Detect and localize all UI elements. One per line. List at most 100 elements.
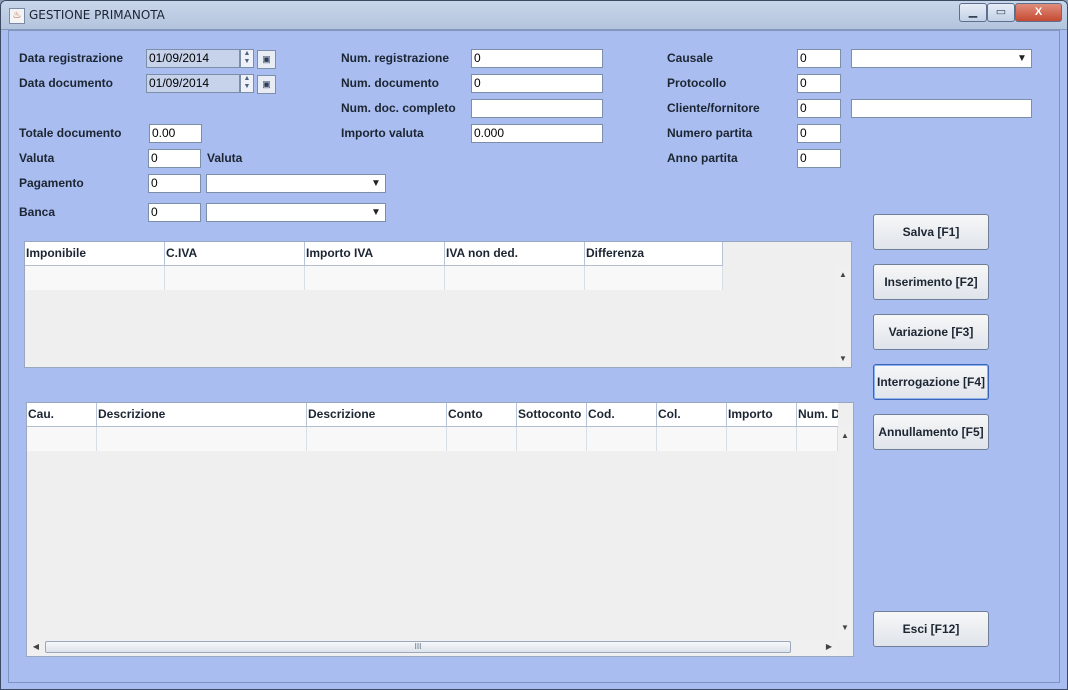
- cliente-fornitore-label: Cliente/fornitore: [667, 101, 760, 115]
- banca-select[interactable]: ▼: [206, 203, 386, 222]
- cliente-fornitore-field[interactable]: 0: [797, 99, 841, 118]
- iva-table-header: Imponibile C.IVA Importo IVA IVA non ded…: [25, 242, 723, 266]
- close-button[interactable]: X: [1015, 3, 1062, 22]
- num-registrazione-field[interactable]: 0: [471, 49, 603, 68]
- table-cell[interactable]: [727, 427, 797, 451]
- spin-up-icon: ▲: [243, 50, 251, 57]
- chevron-down-icon[interactable]: ▼: [1013, 50, 1031, 67]
- data-documento-label: Data documento: [19, 76, 114, 90]
- num-documento-label: Num. documento: [341, 76, 439, 90]
- inserimento-button[interactable]: Inserimento [F2]: [873, 264, 989, 300]
- table-cell[interactable]: [447, 427, 517, 451]
- table-cell[interactable]: [25, 266, 165, 290]
- table-row[interactable]: [27, 427, 838, 451]
- pagamento-select[interactable]: ▼: [206, 174, 386, 193]
- column-header-descrizione-2[interactable]: Descrizione: [307, 403, 447, 426]
- banca-field[interactable]: 0: [148, 203, 201, 222]
- table-cell[interactable]: [305, 266, 445, 290]
- numero-partita-field[interactable]: 0: [797, 124, 841, 143]
- variazione-button[interactable]: Variazione [F3]: [873, 314, 989, 350]
- form-panel: Data registrazione 01/09/2014 ▲ ▼ ▣ Data …: [8, 30, 1060, 683]
- column-header-imponibile[interactable]: Imponibile: [25, 242, 165, 265]
- cliente-fornitore-description[interactable]: [851, 99, 1032, 118]
- horizontal-scroll-thumb[interactable]: III: [45, 641, 791, 653]
- totale-documento-field[interactable]: 0.00: [149, 124, 202, 143]
- data-registrazione-label: Data registrazione: [19, 51, 124, 65]
- data-documento-field[interactable]: 01/09/2014: [146, 74, 240, 93]
- calendar-icon[interactable]: ▣: [257, 50, 276, 69]
- table-cell[interactable]: [27, 427, 97, 451]
- spin-up-icon: ▲: [243, 75, 251, 82]
- minimize-button[interactable]: ▁: [959, 3, 987, 22]
- detail-table-hscrollbar[interactable]: ◀ III ▶: [27, 640, 838, 655]
- spin-down-icon: ▼: [243, 58, 251, 65]
- iva-table[interactable]: Imponibile C.IVA Importo IVA IVA non ded…: [24, 241, 852, 368]
- spin-down-icon: ▼: [243, 83, 251, 90]
- title-bar[interactable]: ♨ GESTIONE PRIMANOTA ▁ ▭ X: [1, 1, 1067, 30]
- banca-label: Banca: [19, 205, 56, 219]
- table-cell[interactable]: [587, 427, 657, 451]
- chevron-down-icon[interactable]: ▼: [367, 204, 385, 221]
- num-documento-field[interactable]: 0: [471, 74, 603, 93]
- data-registrazione-field[interactable]: 01/09/2014: [146, 49, 240, 68]
- table-row[interactable]: [25, 266, 723, 290]
- column-header-sottoconto[interactable]: Sottoconto: [517, 403, 587, 426]
- column-header-num-d[interactable]: Num. D: [797, 403, 838, 426]
- app-window: ♨ GESTIONE PRIMANOTA ▁ ▭ X Data registra…: [0, 0, 1068, 690]
- data-documento-spinner[interactable]: ▲ ▼: [240, 74, 254, 93]
- table-cell[interactable]: [517, 427, 587, 451]
- column-header-cau[interactable]: Cau.: [27, 403, 97, 426]
- chevron-down-icon[interactable]: ▼: [367, 175, 385, 192]
- column-header-importo-iva[interactable]: Importo IVA: [305, 242, 445, 265]
- valuta-label: Valuta: [19, 151, 55, 165]
- column-header-cod[interactable]: Cod.: [587, 403, 657, 426]
- column-header-iva-non-ded[interactable]: IVA non ded.: [445, 242, 585, 265]
- importo-valuta-field[interactable]: 0.000: [471, 124, 603, 143]
- data-registrazione-spinner[interactable]: ▲ ▼: [240, 49, 254, 68]
- table-cell[interactable]: [797, 427, 838, 451]
- esci-button[interactable]: Esci [F12]: [873, 611, 989, 647]
- table-cell[interactable]: [307, 427, 447, 451]
- causale-label: Causale: [667, 51, 714, 65]
- scroll-right-icon[interactable]: ▶: [822, 642, 836, 651]
- protocollo-field[interactable]: 0: [797, 74, 841, 93]
- column-header-col[interactable]: Col.: [657, 403, 727, 426]
- calendar-icon[interactable]: ▣: [257, 75, 276, 94]
- scroll-up-icon[interactable]: ▲: [836, 270, 850, 279]
- maximize-button[interactable]: ▭: [987, 3, 1015, 22]
- iva-table-scrollbar[interactable]: ▲ ▼: [836, 266, 850, 366]
- annullamento-button[interactable]: Annullamento [F5]: [873, 414, 989, 450]
- scroll-down-icon[interactable]: ▼: [836, 354, 850, 363]
- detail-table[interactable]: Cau. Descrizione Descrizione Conto Sotto…: [26, 402, 854, 657]
- scroll-down-icon[interactable]: ▼: [838, 623, 852, 632]
- interrogazione-button[interactable]: Interrogazione [F4]: [873, 364, 989, 400]
- scroll-left-icon[interactable]: ◀: [29, 642, 43, 651]
- column-header-civa[interactable]: C.IVA: [165, 242, 305, 265]
- protocollo-label: Protocollo: [667, 76, 727, 90]
- scroll-up-icon[interactable]: ▲: [838, 431, 852, 440]
- num-doc-completo-field[interactable]: [471, 99, 603, 118]
- anno-partita-label: Anno partita: [667, 151, 738, 165]
- pagamento-label: Pagamento: [19, 176, 84, 190]
- causale-field[interactable]: 0: [797, 49, 841, 68]
- java-cup-icon: ♨: [9, 8, 25, 24]
- column-header-conto[interactable]: Conto: [447, 403, 517, 426]
- window-title: GESTIONE PRIMANOTA: [29, 8, 165, 22]
- column-header-differenza[interactable]: Differenza: [585, 242, 723, 265]
- causale-select[interactable]: ▼: [851, 49, 1032, 68]
- numero-partita-label: Numero partita: [667, 126, 753, 140]
- table-cell[interactable]: [585, 266, 723, 290]
- valuta-field[interactable]: 0: [148, 149, 201, 168]
- anno-partita-field[interactable]: 0: [797, 149, 841, 168]
- table-cell[interactable]: [165, 266, 305, 290]
- num-doc-completo-label: Num. doc. completo: [341, 101, 456, 115]
- salva-button[interactable]: Salva [F1]: [873, 214, 989, 250]
- pagamento-field[interactable]: 0: [148, 174, 201, 193]
- column-header-importo[interactable]: Importo: [727, 403, 797, 426]
- valuta-description: Valuta: [207, 151, 243, 165]
- table-cell[interactable]: [97, 427, 307, 451]
- detail-table-vscrollbar[interactable]: ▲ ▼: [838, 427, 852, 639]
- table-cell[interactable]: [445, 266, 585, 290]
- column-header-descrizione[interactable]: Descrizione: [97, 403, 307, 426]
- table-cell[interactable]: [657, 427, 727, 451]
